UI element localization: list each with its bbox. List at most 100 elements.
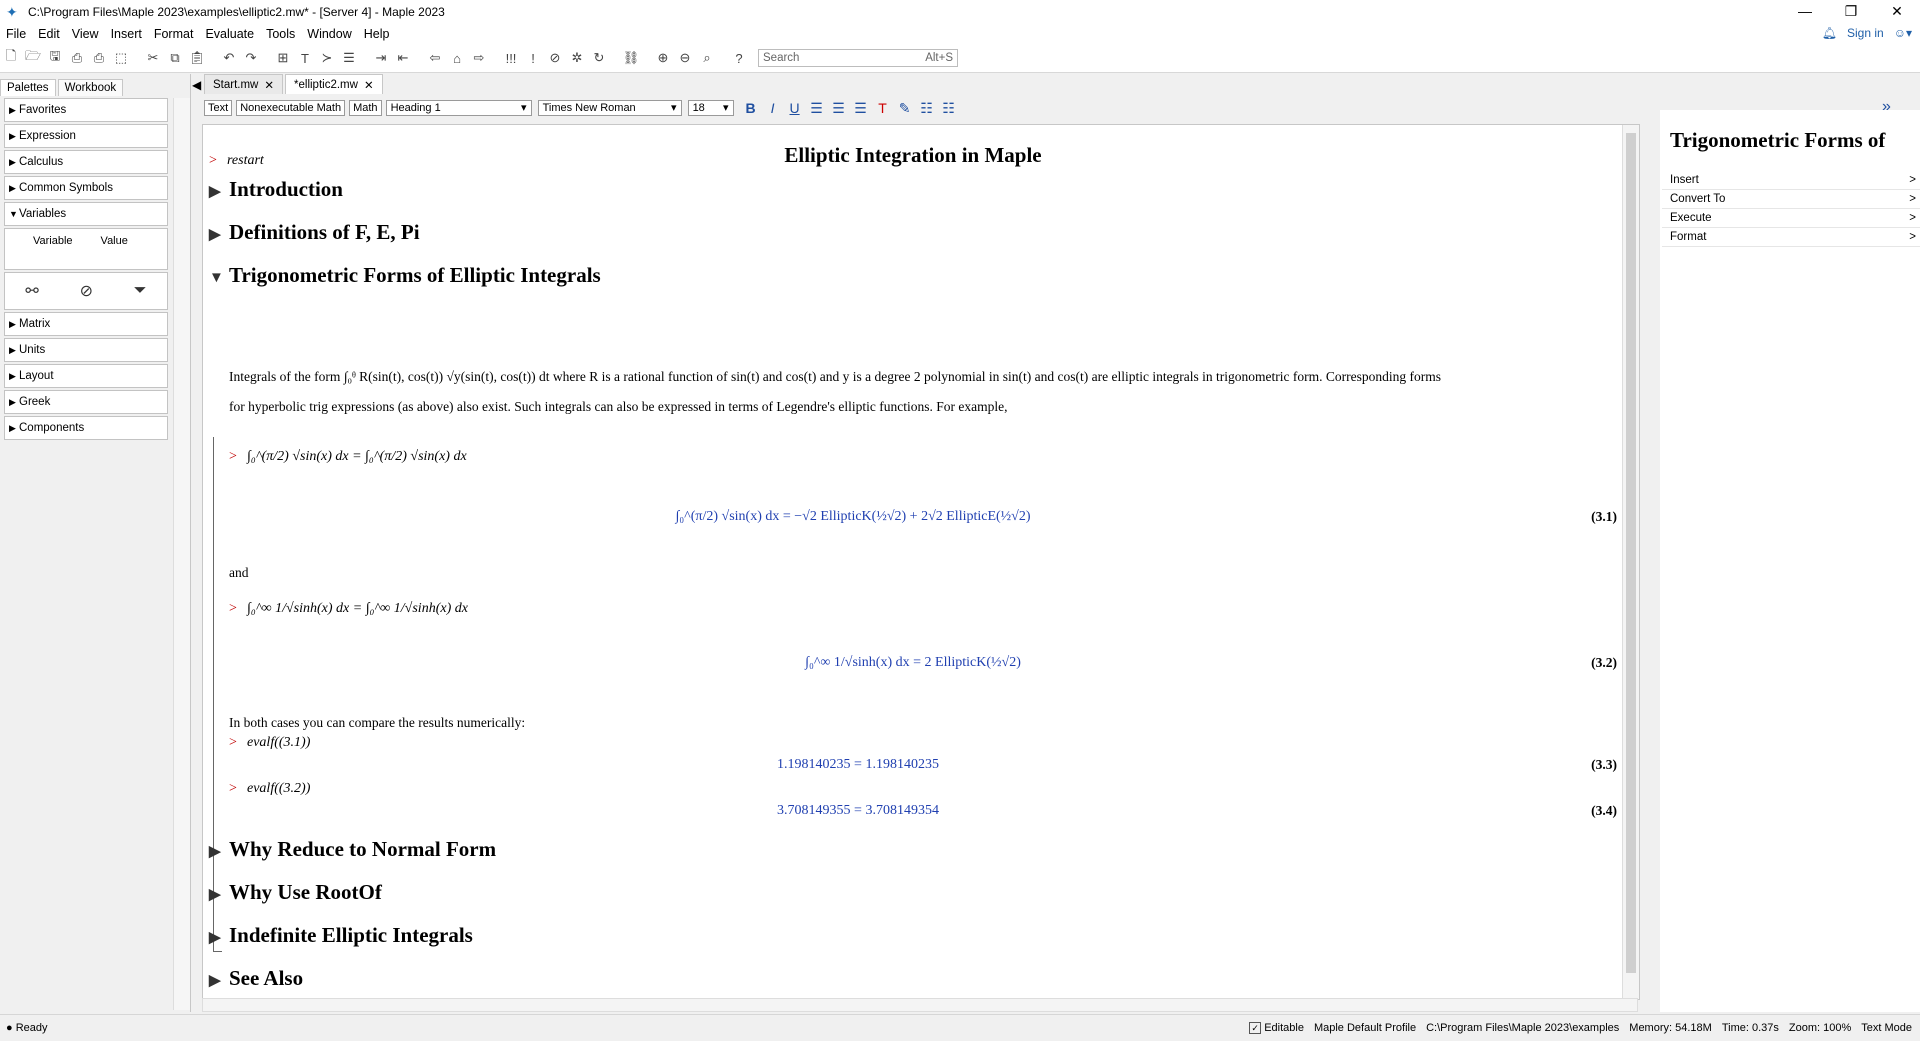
tab-workbook[interactable]: Workbook: [57, 79, 124, 96]
close-button[interactable]: ✕: [1874, 0, 1920, 24]
align-right-icon[interactable]: ☰: [852, 100, 870, 117]
glasses-icon[interactable]: ⚯: [25, 281, 38, 301]
help-icon[interactable]: ?: [730, 49, 748, 67]
section-why-reduce[interactable]: ▶ Why Reduce to Normal Form: [209, 837, 496, 862]
tab-start[interactable]: Start.mw ✕: [204, 74, 284, 94]
math-input-1[interactable]: ∫₀^(π/2) √sin(x) dx = ∫₀^(π/2) √sin(x) d…: [247, 449, 467, 465]
palette-matrix[interactable]: ▶ Matrix: [4, 312, 168, 336]
minimize-button[interactable]: —: [1782, 0, 1828, 24]
context-execute[interactable]: Execute >: [1662, 209, 1920, 228]
align-center-icon[interactable]: ☰: [830, 100, 848, 117]
variable-column-header[interactable]: Variable: [5, 235, 73, 247]
insert-prompt-icon[interactable]: ≻: [318, 49, 336, 67]
palette-common-symbols[interactable]: ▶ Common Symbols: [4, 176, 168, 200]
context-insert[interactable]: Insert >: [1662, 171, 1920, 190]
collapse-panel-icon[interactable]: ◀: [192, 78, 201, 92]
execute-all-icon[interactable]: !!!: [502, 49, 520, 67]
palette-units[interactable]: ▶ Units: [4, 338, 168, 362]
back-icon[interactable]: ⇦: [426, 49, 444, 67]
context-format[interactable]: Format >: [1662, 228, 1920, 247]
close-tab-icon[interactable]: ✕: [264, 78, 274, 92]
font-color-icon[interactable]: T: [874, 100, 892, 116]
insert-text-icon[interactable]: T: [296, 49, 314, 67]
zoom-in-icon[interactable]: ⊕: [654, 49, 672, 67]
palette-favorites[interactable]: ▶ Favorites: [4, 98, 168, 122]
insert-math-icon[interactable]: ⊞: [274, 49, 292, 67]
hide-icon[interactable]: ⊘: [80, 281, 93, 301]
editable-checkbox[interactable]: ✓ Editable: [1249, 1022, 1304, 1034]
new-document-icon[interactable]: 🗋: [2, 48, 20, 67]
value-column-header[interactable]: Value: [73, 235, 128, 247]
restore-button[interactable]: ❐: [1828, 0, 1874, 24]
document-vertical-scrollbar[interactable]: [1622, 125, 1639, 999]
tab-elliptic2[interactable]: *elliptic2.mw ✕: [285, 74, 383, 94]
math-mode-button[interactable]: Math: [349, 100, 382, 116]
insert-table-icon[interactable]: ☰: [340, 49, 358, 67]
italic-icon[interactable]: I: [764, 100, 782, 116]
cut-icon[interactable]: ✂: [144, 49, 162, 67]
user-icon[interactable]: ☺︎▾: [1894, 26, 1912, 40]
copy-icon[interactable]: ⧉: [166, 49, 184, 67]
forward-icon[interactable]: ⇨: [470, 49, 488, 67]
paste-icon[interactable]: 📋︎: [188, 49, 206, 67]
execute-icon[interactable]: !: [524, 49, 542, 67]
interrupt-icon[interactable]: ⊘: [546, 49, 564, 67]
highlight-icon[interactable]: ✎: [896, 100, 914, 117]
underline-icon[interactable]: U: [786, 100, 804, 116]
print-icon[interactable]: ⎙: [68, 49, 86, 67]
outdent-icon[interactable]: ⇤: [394, 49, 412, 67]
menu-file[interactable]: File: [0, 27, 32, 41]
save-icon[interactable]: 🖫: [46, 48, 64, 67]
zoom-icon[interactable]: ⌕: [698, 49, 716, 67]
debug-icon[interactable]: ✲: [568, 49, 586, 67]
evalf-command-1[interactable]: evalf((3.1)): [247, 735, 310, 751]
menu-evaluate[interactable]: Evaluate: [199, 27, 260, 41]
menu-window[interactable]: Window: [301, 27, 357, 41]
search-input[interactable]: Search Alt+S: [758, 49, 958, 67]
context-convert-to[interactable]: Convert To >: [1662, 190, 1920, 209]
document-horizontal-scrollbar[interactable]: [202, 998, 1638, 1012]
restart-icon[interactable]: ↻: [590, 49, 608, 67]
menu-view[interactable]: View: [66, 27, 105, 41]
bell-icon[interactable]: 🔔︎: [1822, 26, 1837, 40]
style-dropdown[interactable]: Heading 1 ▾: [385, 100, 532, 116]
evalf-command-2[interactable]: evalf((3.2)): [247, 781, 310, 797]
align-left-icon[interactable]: ☰: [808, 100, 826, 117]
zoom-out-icon[interactable]: ⊖: [676, 49, 694, 67]
palette-variables[interactable]: ▼Variables: [4, 202, 168, 226]
undo-icon[interactable]: ↶: [220, 49, 238, 67]
menu-tools[interactable]: Tools: [260, 27, 301, 41]
menu-help[interactable]: Help: [358, 27, 396, 41]
bullet-list-icon[interactable]: ☷: [918, 100, 936, 117]
section-definitions[interactable]: ▶ Definitions of F, E, Pi: [209, 220, 420, 245]
menu-edit[interactable]: Edit: [32, 27, 66, 41]
tab-palettes[interactable]: Palettes: [0, 79, 56, 96]
redo-icon[interactable]: ↷: [242, 49, 260, 67]
filter-icon[interactable]: ⏷: [134, 282, 147, 300]
palette-calculus[interactable]: ▶ Calculus: [4, 150, 168, 174]
close-tab-icon[interactable]: ✕: [364, 78, 374, 92]
palette-greek[interactable]: ▶ Greek: [4, 390, 168, 414]
fit-page-icon[interactable]: ⬚: [112, 49, 130, 67]
sign-in-link[interactable]: Sign in: [1847, 26, 1884, 40]
scroll-thumb[interactable]: [1626, 133, 1636, 973]
font-size-dropdown[interactable]: 18 ▾: [687, 100, 734, 116]
worksheet[interactable]: Elliptic Integration in Maple > restart …: [202, 124, 1640, 1000]
section-why-rootof[interactable]: ▶ Why Use RootOf: [209, 880, 382, 905]
indent-icon[interactable]: ⇥: [372, 49, 390, 67]
link-icon[interactable]: ⛓: [622, 49, 640, 67]
menu-insert[interactable]: Insert: [105, 27, 148, 41]
restart-command[interactable]: restart: [227, 153, 264, 169]
palette-components[interactable]: ▶ Components: [4, 416, 168, 440]
math-input-2[interactable]: ∫₀^∞ 1/√sinh(x) dx = ∫₀^∞ 1/√sinh(x) dx: [247, 601, 468, 617]
home-icon[interactable]: ⌂: [448, 49, 466, 67]
font-dropdown[interactable]: Times New Roman ▾: [537, 100, 682, 116]
print-preview-icon[interactable]: ⎙: [90, 49, 108, 67]
numbered-list-icon[interactable]: ☷: [940, 100, 958, 117]
section-indefinite[interactable]: ▶ Indefinite Elliptic Integrals: [209, 923, 473, 948]
menu-format[interactable]: Format: [148, 27, 200, 41]
section-introduction[interactable]: ▶ Introduction: [209, 177, 343, 202]
open-icon[interactable]: 🗁: [24, 48, 42, 67]
section-see-also[interactable]: ▶ See Also: [209, 966, 303, 991]
palette-expression[interactable]: ▶ Expression: [4, 124, 168, 148]
